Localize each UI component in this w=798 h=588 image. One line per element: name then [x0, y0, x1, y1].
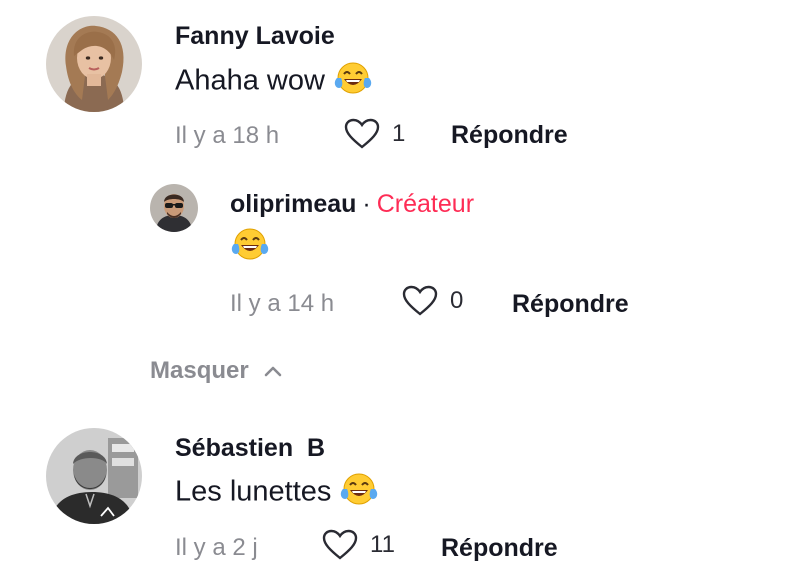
avatar-image	[150, 184, 198, 232]
reply-button[interactable]: Répondre	[451, 121, 568, 150]
reply-username[interactable]: oliprimeau	[230, 190, 356, 218]
comment-username[interactable]: Fanny Lavoie	[175, 22, 335, 51]
like-count: 1	[392, 120, 406, 147]
avatar-oliprimeau[interactable]	[150, 184, 198, 232]
avatar-image	[46, 428, 142, 524]
like-button[interactable]: 1	[344, 118, 405, 150]
tears-of-joy-emoji-icon	[333, 60, 373, 104]
comment-text-body: Les lunettes	[175, 475, 332, 508]
comment-username[interactable]: Sébastien B	[175, 434, 325, 463]
reply-text	[230, 226, 270, 270]
like-count: 0	[450, 287, 464, 314]
tears-of-joy-emoji-icon	[230, 226, 270, 270]
comment-text: Ahaha wow	[175, 60, 373, 104]
separator-dot: ·	[362, 190, 371, 218]
hide-replies-label: Masquer	[150, 357, 249, 384]
reply-username-line: oliprimeau · Créateur	[230, 190, 474, 219]
tears-of-joy-emoji-icon	[339, 471, 379, 515]
avatar-fanny-lavoie[interactable]	[46, 16, 142, 112]
like-button[interactable]: 11	[322, 529, 395, 561]
comment-text-body: Ahaha wow	[175, 64, 325, 97]
reply-button[interactable]: Répondre	[512, 290, 629, 319]
avatar-sebastien-b[interactable]	[46, 428, 142, 524]
avatar-image	[46, 16, 142, 112]
creator-badge: Créateur	[376, 190, 475, 218]
heart-icon	[402, 285, 438, 316]
comment-text: Les lunettes	[175, 471, 379, 515]
reply-button[interactable]: Répondre	[441, 534, 558, 563]
heart-icon	[322, 529, 358, 560]
hide-replies-button[interactable]: Masquer	[150, 357, 283, 385]
like-button[interactable]: 0	[402, 285, 463, 317]
heart-icon	[344, 118, 380, 149]
comment-timestamp: Il y a 18 h	[175, 122, 280, 149]
chevron-up-icon	[264, 366, 282, 377]
reply-timestamp: Il y a 14 h	[230, 290, 335, 317]
comment-timestamp: Il y a 2 j	[175, 534, 258, 561]
like-count: 11	[370, 531, 395, 558]
